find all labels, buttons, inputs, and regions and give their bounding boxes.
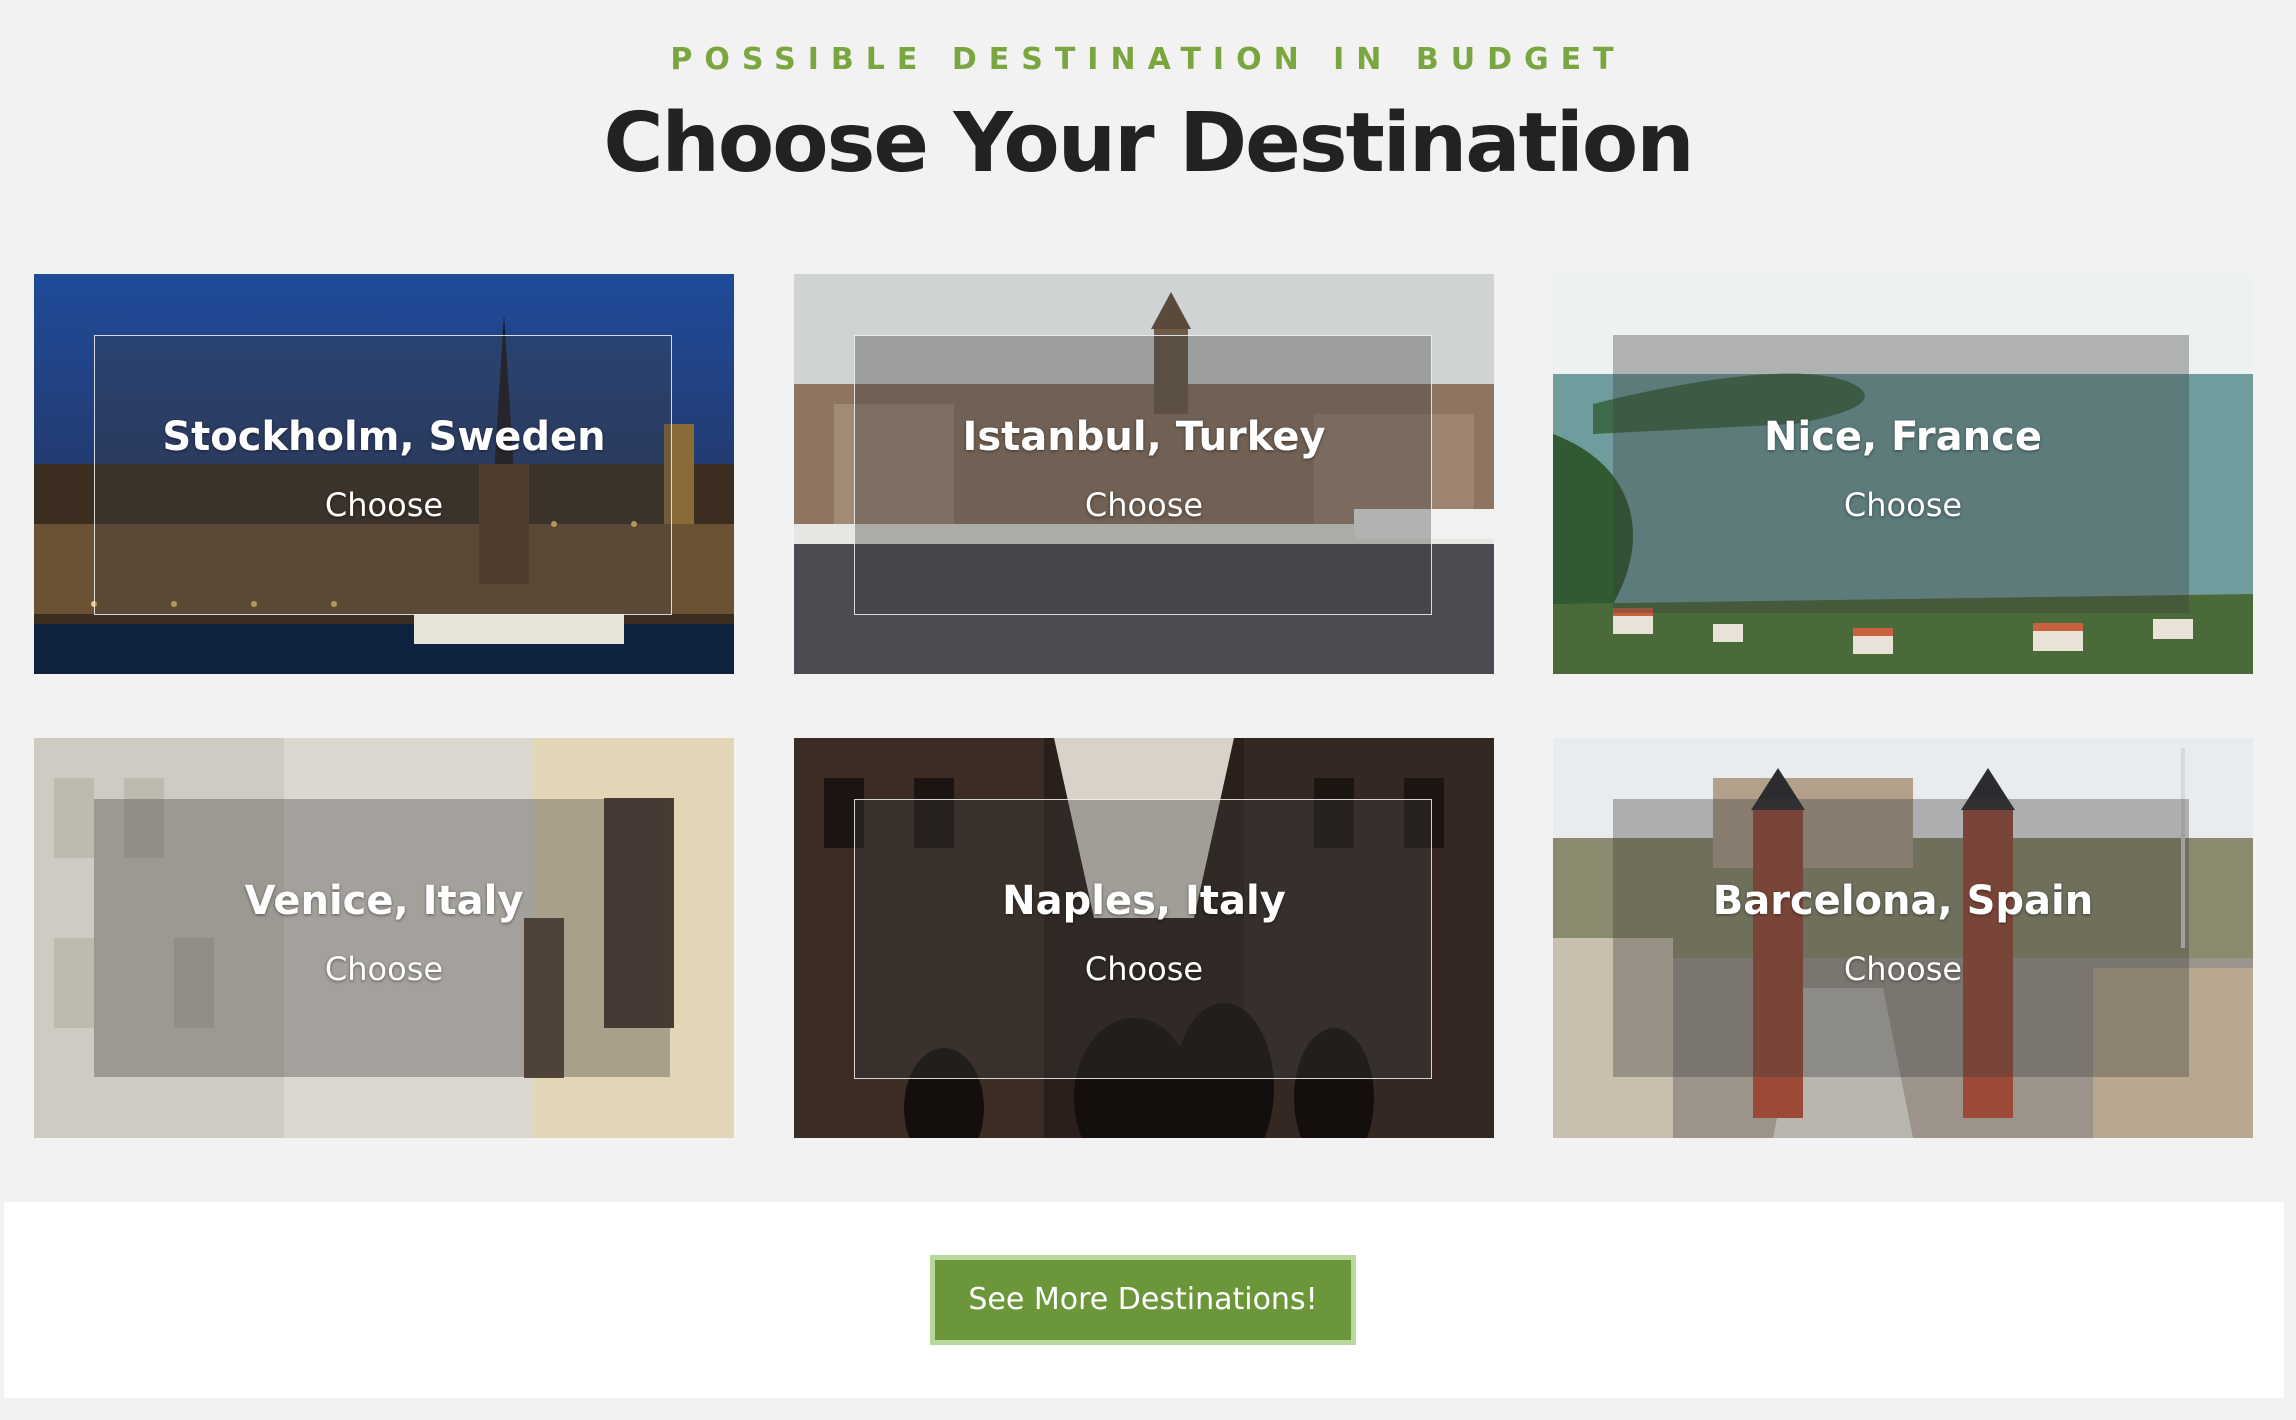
see-more-destinations-button[interactable]: See More Destinations! <box>930 1255 1356 1345</box>
destination-card-stockholm[interactable]: Stockholm, Sweden Choose <box>34 274 734 674</box>
card-frame <box>854 335 1432 615</box>
choose-link[interactable]: Choose <box>1553 486 2253 524</box>
card-frame <box>854 799 1432 1079</box>
choose-link[interactable]: Choose <box>794 486 1494 524</box>
destination-card-nice[interactable]: Nice, France Choose <box>1553 274 2253 674</box>
choose-link[interactable]: Choose <box>34 950 734 988</box>
choose-link[interactable]: Choose <box>34 486 734 524</box>
destination-card-barcelona[interactable]: Barcelona, Spain Choose <box>1553 738 2253 1138</box>
destination-name: Stockholm, Sweden <box>162 414 606 460</box>
card-frame <box>1613 799 2189 1077</box>
card-frame <box>94 335 672 615</box>
card-frame <box>94 799 670 1077</box>
card-frame <box>1613 335 2189 613</box>
destination-name: Nice, France <box>1764 414 2042 460</box>
destination-name: Barcelona, Spain <box>1712 878 2094 924</box>
destination-card-venice[interactable]: Venice, Italy Choose <box>34 738 734 1138</box>
destination-card-naples[interactable]: Naples, Italy Choose <box>794 738 1494 1138</box>
destination-card-istanbul[interactable]: Istanbul, Turkey Choose <box>794 274 1494 674</box>
choose-link[interactable]: Choose <box>1553 950 2253 988</box>
destination-name: Istanbul, Turkey <box>962 414 1326 460</box>
section-eyebrow: POSSIBLE DESTINATION IN BUDGET <box>670 42 1626 77</box>
choose-link[interactable]: Choose <box>794 950 1494 988</box>
destination-name: Venice, Italy <box>244 878 524 924</box>
destination-name: Naples, Italy <box>1002 878 1286 924</box>
section-title: Choose Your Destination <box>603 96 1694 191</box>
